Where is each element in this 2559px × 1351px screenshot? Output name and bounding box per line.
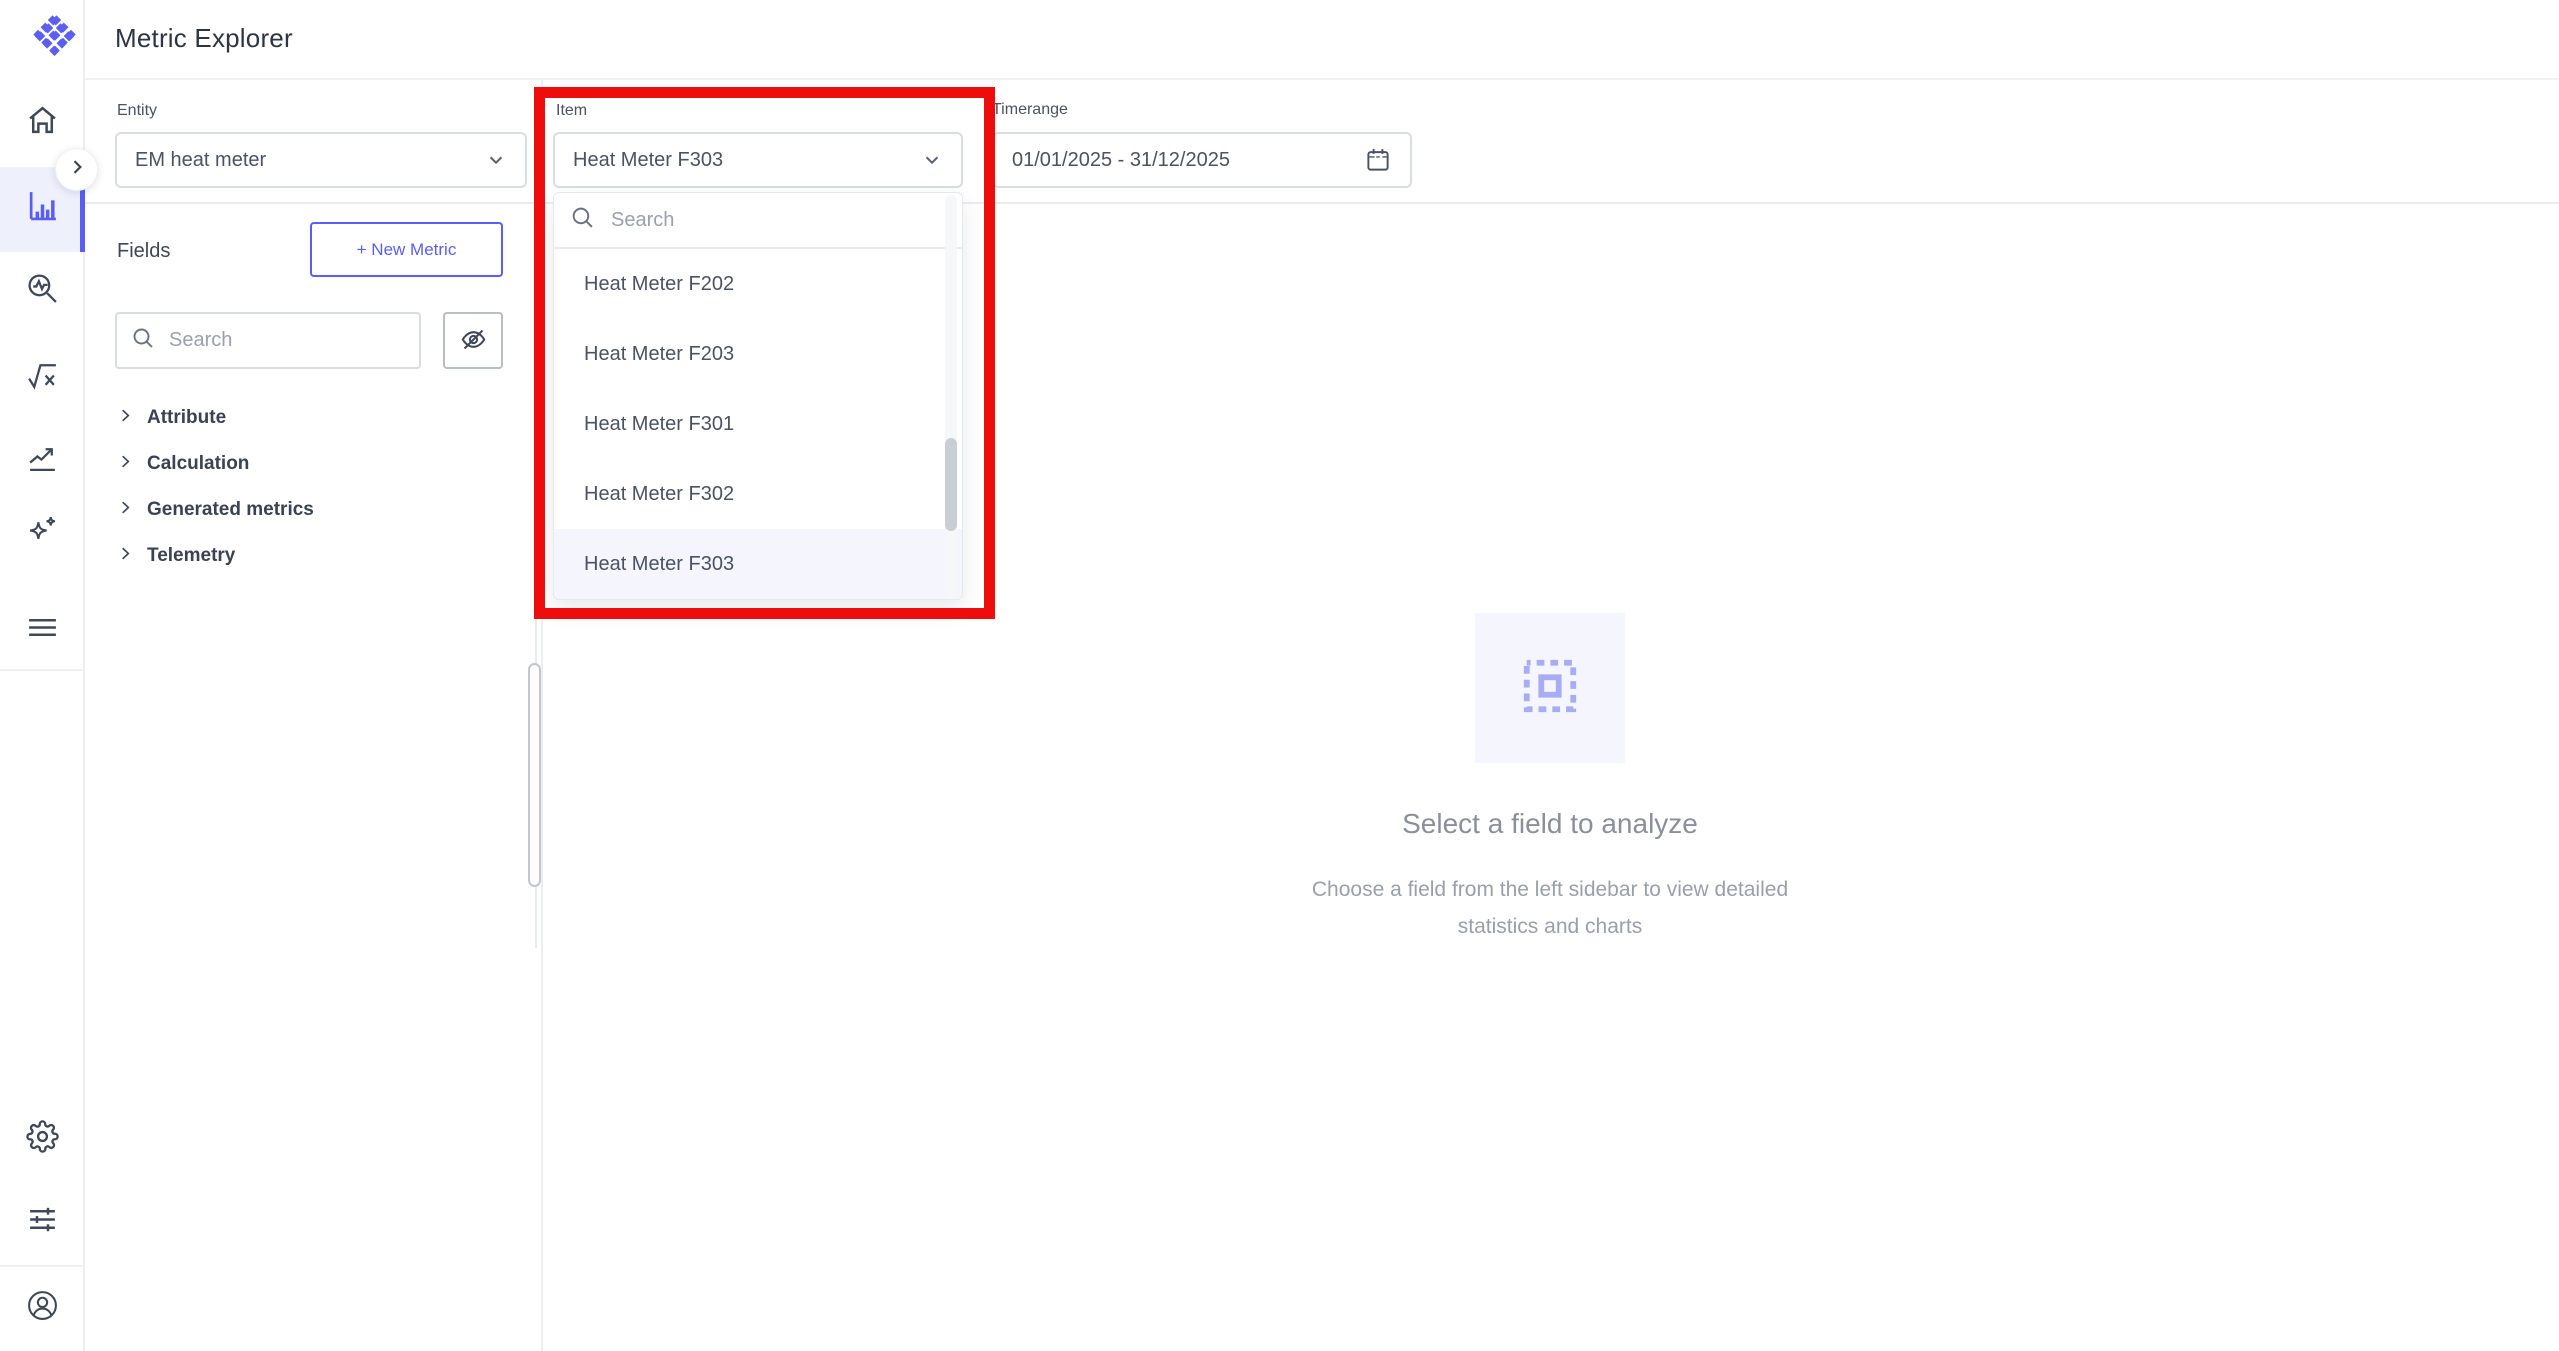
nav-trends[interactable] — [0, 429, 85, 491]
fields-panel-scrollbar-thumb[interactable] — [528, 663, 541, 887]
item-dropdown-search-input[interactable] — [611, 209, 946, 232]
item-select[interactable]: Heat Meter F303 — [553, 132, 963, 188]
item-option[interactable]: Heat Meter F202 — [554, 249, 962, 319]
chevron-down-icon — [921, 149, 943, 171]
item-option-selected[interactable]: Heat Meter F303 — [554, 529, 962, 599]
gear-icon — [26, 1120, 59, 1158]
chevron-down-icon — [485, 149, 507, 171]
empty-state-title: Select a field to analyze — [1150, 808, 1950, 840]
section-label: Calculation — [147, 453, 249, 475]
entity-select[interactable]: EM heat meter — [115, 132, 527, 188]
item-option[interactable]: Heat Meter F302 — [554, 459, 962, 529]
fields-panel-title: Fields — [117, 240, 170, 263]
empty-state-subtitle-line2: statistics and charts — [1150, 915, 1950, 939]
sliders-icon — [26, 1203, 59, 1241]
item-option[interactable]: Heat Meter F301 — [554, 389, 962, 459]
nav-explore[interactable] — [0, 260, 85, 322]
calendar-icon[interactable] — [1364, 146, 1392, 174]
fields-section-generated-metrics[interactable]: Generated metrics — [117, 490, 517, 530]
select-area-icon — [1519, 655, 1581, 722]
item-option[interactable]: Heat Meter F203 — [554, 319, 962, 389]
account-icon — [26, 1289, 59, 1327]
empty-state-tile — [1475, 613, 1625, 763]
bar-chart-icon — [26, 189, 59, 227]
item-dropdown-search-box[interactable] — [554, 193, 962, 249]
section-label: Telemetry — [147, 545, 235, 567]
dropdown-scrollbar-track — [945, 195, 957, 599]
app-logo-icon[interactable] — [33, 15, 76, 58]
fields-section-attribute[interactable]: Attribute — [117, 398, 517, 438]
metric-explorer-app: Metric Explorer Entity EM heat meter Ite… — [0, 0, 2559, 1351]
fields-section-calculation[interactable]: Calculation — [117, 444, 517, 484]
dropdown-scrollbar-thumb[interactable] — [945, 438, 957, 531]
page-title: Metric Explorer — [115, 23, 293, 54]
timerange-input[interactable]: 01/01/2025 - 31/12/2025 — [992, 132, 1412, 188]
fields-search-box[interactable] — [115, 312, 421, 369]
fields-section-telemetry[interactable]: Telemetry — [117, 536, 517, 576]
header-divider — [85, 78, 2559, 80]
entity-label: Entity — [117, 102, 157, 120]
explore-search-icon — [26, 272, 59, 310]
entity-select-value: EM heat meter — [135, 149, 266, 172]
chevron-right-icon — [117, 499, 134, 521]
chevron-right-icon — [117, 545, 134, 567]
timerange-label: Timerange — [992, 101, 1068, 119]
rail-divider-bottom — [0, 1265, 85, 1267]
item-select-value: Heat Meter F303 — [573, 149, 723, 172]
new-metric-button[interactable]: + New Metric — [310, 222, 503, 277]
chevron-right-icon — [117, 407, 134, 429]
eye-off-icon — [460, 326, 487, 356]
chevron-right-icon — [117, 453, 134, 475]
timerange-value: 01/01/2025 - 31/12/2025 — [1012, 149, 1230, 172]
section-label: Generated metrics — [147, 499, 314, 521]
nav-menu[interactable] — [0, 599, 85, 661]
search-icon — [570, 205, 595, 235]
nav-ai-insights[interactable] — [0, 501, 85, 563]
fields-panel-border — [541, 79, 543, 1351]
nav-settings[interactable] — [0, 1108, 85, 1170]
nav-account[interactable] — [0, 1277, 85, 1339]
fields-search-input[interactable] — [169, 329, 405, 352]
rail-divider-top — [0, 669, 85, 671]
sidebar-expand-button[interactable] — [55, 148, 98, 191]
home-icon — [26, 104, 59, 142]
filter-row-divider — [85, 202, 2559, 204]
item-dropdown-panel: Heat Meter F202 Heat Meter F203 Heat Met… — [553, 192, 963, 600]
chevron-right-icon — [67, 157, 87, 182]
sqrt-formula-icon — [26, 358, 59, 396]
sparkles-icon — [26, 513, 59, 551]
empty-state-subtitle-line1: Choose a field from the left sidebar to … — [1150, 878, 1950, 902]
toggle-hidden-fields-button[interactable] — [443, 312, 503, 369]
section-label: Attribute — [147, 407, 226, 429]
item-label: Item — [556, 102, 587, 120]
search-icon — [131, 326, 155, 355]
icon-rail — [0, 0, 85, 1351]
nav-calculations[interactable] — [0, 346, 85, 408]
menu-icon — [26, 611, 59, 649]
nav-preferences[interactable] — [0, 1191, 85, 1253]
trend-icon — [26, 441, 59, 479]
nav-home[interactable] — [0, 92, 85, 154]
